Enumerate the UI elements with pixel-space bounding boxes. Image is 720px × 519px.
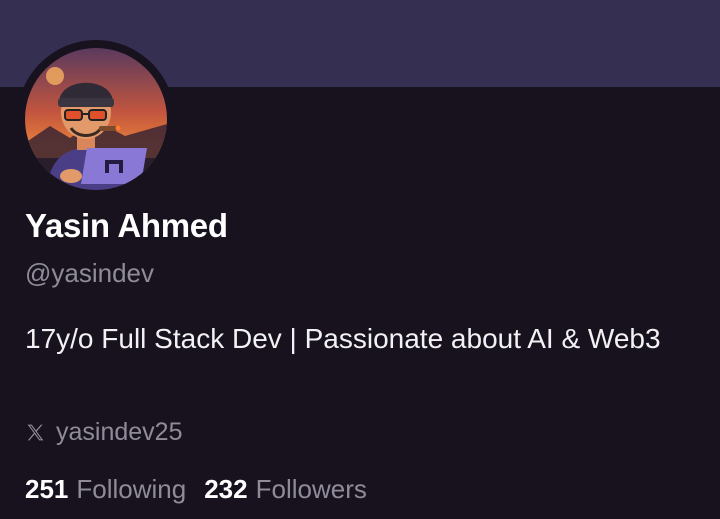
followers-label: Followers — [255, 474, 367, 504]
following-stat[interactable]: 251 Following — [25, 474, 186, 505]
username-handle: @yasindev — [25, 258, 155, 288]
avatar[interactable] — [17, 40, 175, 198]
followers-count: 232 — [204, 474, 248, 504]
profile-bio: 17y/o Full Stack Dev | Passionate about … — [25, 323, 661, 354]
x-profile-link[interactable]: yasindev25 — [25, 418, 182, 447]
following-count: 251 — [25, 474, 69, 504]
display-name: Yasin Ahmed — [25, 207, 228, 244]
followers-stat[interactable]: 232 Followers — [204, 474, 367, 505]
avatar-image — [25, 48, 167, 190]
follow-stats: 251 Following 232 Followers — [25, 474, 385, 505]
x-logo-icon — [25, 422, 46, 443]
x-handle-text: yasindev25 — [56, 418, 183, 446]
following-label: Following — [76, 474, 187, 504]
